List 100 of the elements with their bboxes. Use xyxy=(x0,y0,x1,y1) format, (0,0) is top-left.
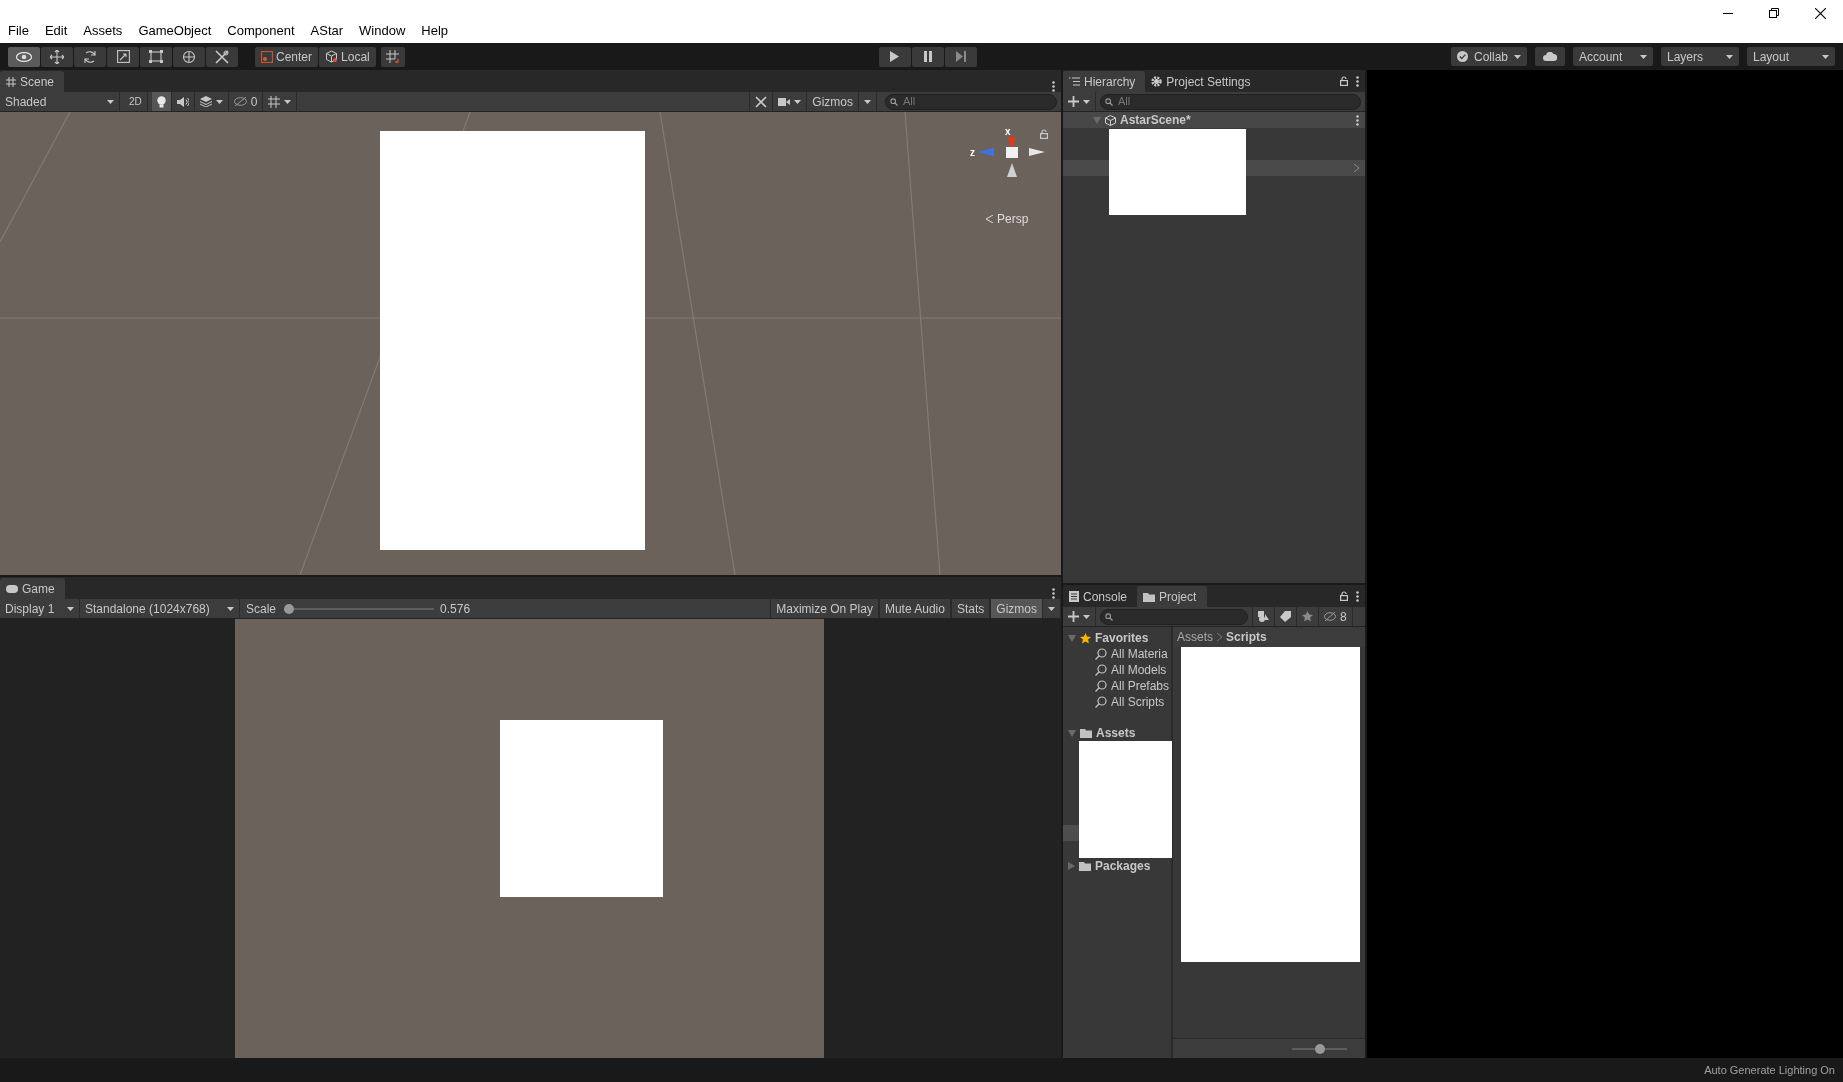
step-button[interactable] xyxy=(944,46,977,67)
snap-button[interactable] xyxy=(380,46,405,67)
filter-type-button[interactable] xyxy=(1252,607,1275,626)
chevron-right-icon xyxy=(1354,164,1359,172)
hash-icon xyxy=(6,76,16,87)
caret-icon xyxy=(107,99,114,104)
folder-icon xyxy=(1079,861,1091,871)
check-circle-icon xyxy=(1456,51,1468,62)
plus-icon xyxy=(1068,96,1079,107)
minimize-icon xyxy=(1723,12,1733,14)
cloud-button[interactable] xyxy=(1535,47,1565,66)
tree-row[interactable]: All Materia xyxy=(1063,646,1171,662)
layout-dropdown[interactable]: Layout xyxy=(1747,47,1835,66)
account-dropdown[interactable]: Account xyxy=(1573,47,1653,66)
tag-icon xyxy=(1280,611,1291,622)
close-icon xyxy=(1814,7,1826,19)
menu-item[interactable]: File xyxy=(0,22,37,40)
caret-icon xyxy=(1083,614,1090,619)
menu-item[interactable]: AStar xyxy=(302,22,352,40)
expand-arrow-icon xyxy=(1068,729,1076,737)
tree-row[interactable]: All Prefabs xyxy=(1063,678,1171,694)
icon-size-slider[interactable] xyxy=(1292,1043,1347,1054)
tree-row[interactable]: Assets xyxy=(1063,725,1171,741)
lighting-toggle[interactable] xyxy=(151,92,172,111)
menu-item[interactable]: Window xyxy=(351,22,414,40)
game-view-toggle[interactable]: Maximize On Play xyxy=(770,599,879,618)
game-view-toggle[interactable]: Mute Audio xyxy=(878,599,951,618)
camera-icon xyxy=(778,97,791,106)
tree-row[interactable]: Packages xyxy=(1063,858,1171,874)
tools-button[interactable] xyxy=(749,92,774,111)
menu-item[interactable]: Help xyxy=(413,22,457,40)
view-tool-button[interactable] xyxy=(8,46,40,67)
status-text: Auto Generate Lighting On xyxy=(1704,1062,1835,1078)
rotate-tool-button[interactable] xyxy=(74,46,106,67)
panel-tab[interactable]: Hierarchy xyxy=(1063,71,1146,92)
pause-button[interactable] xyxy=(911,46,944,67)
caret-icon xyxy=(1048,606,1055,611)
row-highlight xyxy=(1063,160,1109,176)
scale-slider[interactable] xyxy=(284,603,435,614)
scene-tab[interactable]: Scene xyxy=(0,71,65,92)
more-icon xyxy=(1356,75,1359,87)
custom-tool-button[interactable] xyxy=(206,46,238,67)
gear-icon xyxy=(1151,76,1163,87)
grid-snap-icon xyxy=(386,50,400,63)
rect-tool-button[interactable] xyxy=(140,46,172,67)
gamepad-icon xyxy=(6,584,18,593)
menu-item[interactable]: Edit xyxy=(36,22,76,40)
scene-search-field[interactable]: All xyxy=(885,93,1057,110)
scene-row[interactable]: AstarScene* xyxy=(1063,112,1365,128)
lock-icon xyxy=(1340,591,1348,601)
pivot-icon xyxy=(261,50,273,63)
space-button[interactable]: Local xyxy=(319,46,376,67)
step-icon xyxy=(955,51,966,62)
lock-icon xyxy=(1340,76,1348,86)
pause-icon xyxy=(923,51,932,62)
play-icon xyxy=(890,51,900,62)
caret-icon xyxy=(1083,99,1090,104)
menu-item[interactable]: GameObject xyxy=(130,22,220,40)
eye-icon xyxy=(16,51,32,62)
collapse-arrow-icon xyxy=(1068,862,1075,870)
hierarchy-search-field[interactable]: All xyxy=(1100,93,1361,110)
caret-icon xyxy=(1822,54,1829,59)
cloud-icon xyxy=(1543,52,1557,61)
caret-icon xyxy=(794,99,802,104)
pivot-button[interactable]: Center xyxy=(255,46,319,67)
game-view-toggle[interactable]: Stats xyxy=(950,599,991,618)
scale-tool-button[interactable] xyxy=(107,46,139,67)
list-icon xyxy=(1069,77,1080,86)
project-search-field[interactable] xyxy=(1100,608,1248,625)
tree-row[interactable]: All Models xyxy=(1063,662,1171,678)
speaker-icon xyxy=(176,96,189,107)
tools-icon xyxy=(755,95,768,108)
axis-label: z xyxy=(970,146,975,160)
chevron-left-icon xyxy=(985,215,993,223)
caret-icon xyxy=(284,99,292,104)
caret-icon xyxy=(67,606,74,611)
cube-icon xyxy=(325,50,339,63)
projection-label[interactable]: Persp xyxy=(997,210,1029,228)
tree-row[interactable]: All Scripts xyxy=(1063,694,1171,710)
play-button[interactable] xyxy=(878,46,911,67)
collab-dropdown[interactable]: Collab xyxy=(1450,47,1527,66)
game-tab[interactable]: Game xyxy=(0,578,65,599)
transform-tool-button[interactable] xyxy=(173,46,205,67)
breadcrumb-item[interactable]: Assets xyxy=(1177,628,1213,646)
tree-row[interactable]: Favorites xyxy=(1063,630,1171,646)
move-arrows-icon xyxy=(50,49,64,64)
caret-icon xyxy=(215,99,223,104)
game-view-toggle[interactable]: Gizmos xyxy=(990,599,1043,618)
breadcrumb-item[interactable]: Scripts xyxy=(1226,628,1267,646)
menu-item[interactable]: Component xyxy=(219,22,303,40)
panel-tab[interactable]: Project xyxy=(1137,586,1208,607)
layers-dropdown[interactable]: Layers xyxy=(1661,47,1739,66)
scale-label: Scale xyxy=(246,600,277,618)
move-tool-button[interactable] xyxy=(41,46,73,67)
star-icon xyxy=(1302,611,1313,622)
more-icon xyxy=(1356,114,1359,126)
hidden-eye-icon xyxy=(1324,612,1336,621)
shapes-icon xyxy=(1258,611,1269,622)
menu-item[interactable]: Assets xyxy=(75,22,131,40)
expand-arrow-icon xyxy=(1093,116,1101,124)
